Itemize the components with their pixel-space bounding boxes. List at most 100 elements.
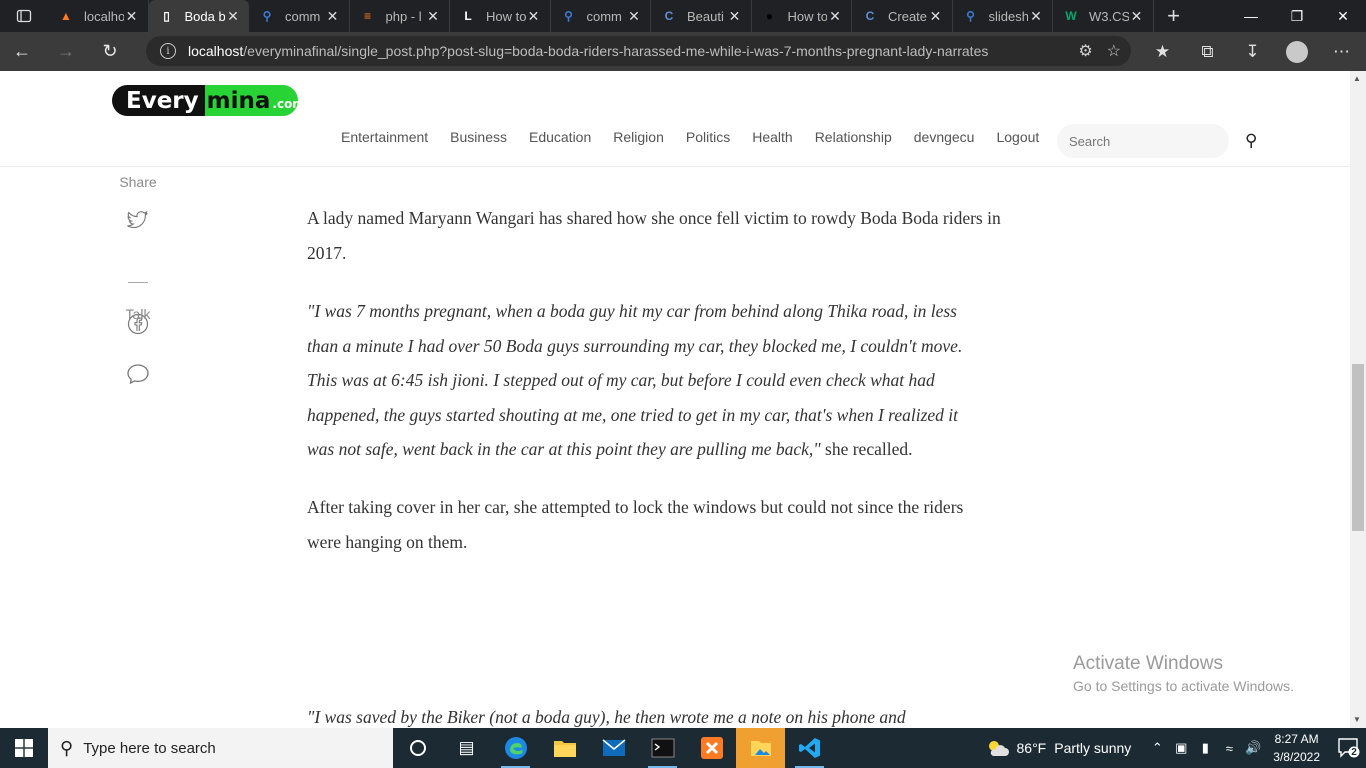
close-tab-icon[interactable]: ✕: [1028, 8, 1044, 25]
downloads-icon[interactable]: ↧: [1230, 42, 1275, 62]
close-tab-icon[interactable]: ✕: [727, 8, 743, 25]
arrow-left-icon: ←: [13, 41, 31, 61]
start-button[interactable]: [0, 728, 48, 768]
restore-button[interactable]: ❐: [1274, 0, 1320, 32]
clock-time: 8:27 AM: [1274, 732, 1319, 746]
nav-link-devngecu[interactable]: devngecu: [903, 129, 986, 145]
close-tab-icon[interactable]: ✕: [225, 8, 241, 25]
xampp-taskbar-icon[interactable]: [687, 728, 736, 768]
site-search-input[interactable]: [1069, 133, 1245, 149]
photos-taskbar-icon[interactable]: [736, 728, 785, 768]
close-tab-icon[interactable]: ✕: [1129, 8, 1145, 25]
close-tab-icon[interactable]: ✕: [827, 8, 843, 25]
favorites-icon[interactable]: ★: [1140, 42, 1185, 62]
notification-center-button[interactable]: 2: [1332, 728, 1366, 768]
partly-sunny-icon: [988, 741, 1009, 756]
twitter-icon[interactable]: [126, 208, 150, 232]
terminal-icon[interactable]: [638, 728, 687, 768]
url-host: localhost: [188, 43, 244, 59]
refresh-button[interactable]: ↻: [88, 34, 132, 70]
forward-button[interactable]: →: [44, 34, 88, 70]
task-view-icon[interactable]: ▤: [442, 728, 491, 768]
browser-tab[interactable]: ⚲ comm ✕: [249, 0, 350, 32]
nav-link-entertainment[interactable]: Entertainment: [330, 129, 439, 145]
weather-widget[interactable]: 86°F Partly sunny: [985, 738, 1131, 758]
tab-title: comm: [586, 8, 622, 24]
more-menu-icon[interactable]: ⋯: [1319, 42, 1364, 62]
browser-tab[interactable]: ≡ php - l ✕: [350, 0, 450, 32]
site-search: ⚲: [1057, 124, 1257, 158]
browser-tab[interactable]: ▯ Boda b ✕: [148, 0, 249, 32]
edge-taskbar-icon[interactable]: [491, 728, 540, 768]
page-icon: ▯: [163, 9, 170, 23]
w3schools-icon: W: [1065, 9, 1077, 23]
close-tab-icon[interactable]: ✕: [124, 8, 140, 25]
activate-windows-watermark: Activate Windows Go to Settings to activ…: [1073, 653, 1294, 694]
taskbar-search[interactable]: ⚲ Type here to search: [48, 728, 393, 768]
tracking-prevention-icon[interactable]: ⚙: [1078, 41, 1092, 61]
article-paragraph-1: A lady named Maryann Wangari has shared …: [307, 208, 1001, 263]
back-button[interactable]: ←: [0, 34, 44, 70]
collections-icon[interactable]: ⧉: [1185, 42, 1230, 62]
windows-taskbar: ⚲ Type here to search ▤ 86°F Partly sunn…: [0, 728, 1366, 768]
nav-link-education[interactable]: Education: [518, 129, 602, 145]
browser-tab[interactable]: C Create ✕: [852, 0, 953, 32]
clock[interactable]: 8:27 AM 3/8/2022: [1273, 730, 1320, 766]
vscode-taskbar-icon[interactable]: [785, 728, 834, 768]
talk-label: Talk: [125, 306, 151, 322]
tab-title: Create: [888, 8, 928, 24]
profile-avatar[interactable]: [1286, 40, 1308, 63]
battery-icon[interactable]: ▮: [1193, 740, 1217, 756]
mail-icon[interactable]: [589, 728, 638, 768]
close-tab-icon[interactable]: ✕: [526, 8, 542, 25]
xampp-icon: ▲: [60, 9, 72, 23]
quote-1-line: "I was 7 months pregnant, when a boda gu…: [307, 301, 957, 321]
browser-tab[interactable]: ⚲ comm ✕: [551, 0, 651, 32]
nav-link-logout[interactable]: Logout: [985, 129, 1050, 145]
info-icon[interactable]: i: [160, 43, 176, 59]
nav-link-politics[interactable]: Politics: [675, 129, 741, 145]
file-explorer-icon[interactable]: [540, 728, 589, 768]
add-favorite-icon[interactable]: ☆: [1107, 41, 1121, 61]
new-tab-button[interactable]: +: [1154, 0, 1194, 32]
wifi-icon[interactable]: ≈: [1217, 741, 1241, 756]
refresh-icon: ↻: [102, 41, 118, 61]
chevron-up-icon[interactable]: ⌃: [1145, 740, 1169, 756]
nav-link-health[interactable]: Health: [741, 129, 803, 145]
browser-tab[interactable]: W W3.CS ✕: [1053, 0, 1154, 32]
nav-link-religion[interactable]: Religion: [602, 129, 675, 145]
main-navigation: Entertainment Business Education Religion Po…: [330, 129, 1050, 145]
comment-icon[interactable]: [126, 362, 150, 386]
volume-icon[interactable]: 🔊: [1241, 740, 1265, 756]
web-page: Every mina.com EntertainmentBusinessEduc…: [0, 71, 1366, 728]
nav-link-business[interactable]: Business: [439, 129, 518, 145]
share-label: Share: [119, 174, 157, 190]
scroll-up-icon[interactable]: ▲: [1353, 74, 1361, 83]
article-quote-2-text: "I was saved by the Biker (not a boda gu…: [307, 707, 906, 727]
scroll-down-icon[interactable]: ▼: [1353, 715, 1361, 724]
page-scrollbar[interactable]: ▲ ▼: [1350, 71, 1366, 728]
browser-tab[interactable]: ● How to ✕: [752, 0, 852, 32]
address-bar[interactable]: i localhost/everyminafinal/single_post.p…: [146, 36, 1131, 66]
browser-tab[interactable]: ⚲ slidesh ✕: [953, 0, 1053, 32]
minimize-button[interactable]: —: [1228, 0, 1274, 32]
close-tab-icon[interactable]: ✕: [928, 8, 944, 25]
site-logo[interactable]: Every mina.com: [112, 85, 298, 116]
cortana-icon[interactable]: [393, 728, 442, 768]
tab-actions-button[interactable]: [0, 0, 48, 32]
tab-title: localhost: [84, 8, 124, 24]
close-tab-icon[interactable]: ✕: [626, 8, 642, 25]
meet-now-icon[interactable]: ▣: [1169, 740, 1193, 756]
scrollbar-thumb[interactable]: [1352, 364, 1364, 531]
browser-tab[interactable]: L How to ✕: [450, 0, 551, 32]
browser-tab[interactable]: ▲ localhost✕: [48, 0, 149, 32]
close-window-button[interactable]: ✕: [1320, 0, 1366, 32]
close-tab-icon[interactable]: ✕: [425, 8, 441, 25]
nav-link-relationship[interactable]: Relationship: [804, 129, 903, 145]
search-icon[interactable]: ⚲: [1245, 131, 1257, 151]
browser-tab[interactable]: C Beauti ✕: [651, 0, 752, 32]
activate-windows-subtitle: Go to Settings to activate Windows.: [1073, 678, 1294, 694]
stackoverflow-icon: ≡: [363, 9, 371, 23]
close-tab-icon[interactable]: ✕: [325, 8, 341, 25]
browser-tools: ★ ⧉ ↧ ⋯: [1140, 32, 1364, 71]
